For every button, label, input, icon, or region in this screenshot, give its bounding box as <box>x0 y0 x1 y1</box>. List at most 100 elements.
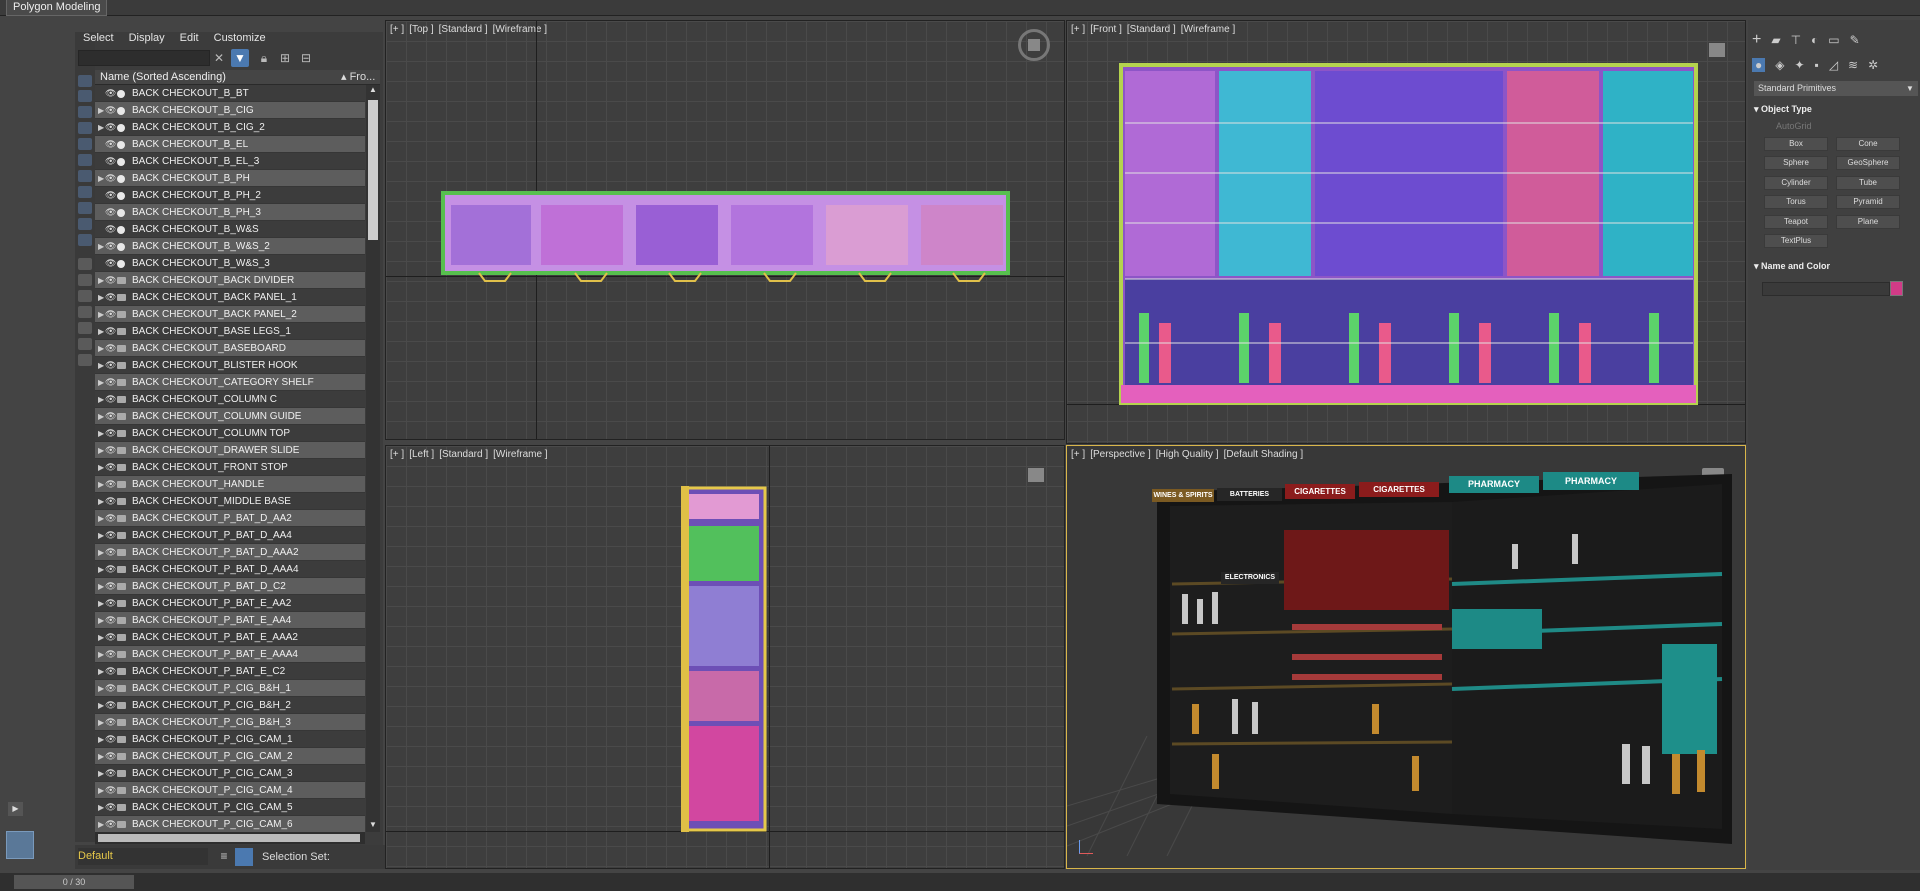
table-row[interactable]: ▶ 👁︎ BACK CHECKOUT_MIDDLE BASE <box>95 493 365 510</box>
filter-groups-icon[interactable] <box>78 170 92 182</box>
vp-left-plus[interactable]: [+ ] <box>390 449 404 460</box>
visibility-eye-icon[interactable]: 👁︎ <box>105 187 116 204</box>
textplus-button[interactable]: TextPlus <box>1764 234 1828 248</box>
visibility-eye-icon[interactable]: 👁︎ <box>105 357 116 374</box>
name-color-rollout[interactable]: ▾ Name and Color <box>1754 259 1918 273</box>
expand-arrow-icon[interactable]: ▶ <box>98 578 104 595</box>
expand-arrow-icon[interactable]: ▶ <box>98 272 104 289</box>
layer-folder-icon[interactable] <box>78 354 92 366</box>
table-row[interactable]: ▶ 👁︎ BACK CHECKOUT_BACK PANEL_1 <box>95 289 365 306</box>
ribbon-tab-polygon-modeling[interactable]: Polygon Modeling <box>6 0 108 16</box>
expand-arrow-icon[interactable]: ▶ <box>98 306 104 323</box>
modify-tab-icon[interactable]: ▰ <box>1771 33 1780 47</box>
table-row[interactable]: ▶ 👁︎ BACK CHECKOUT_COLUMN C <box>95 391 365 408</box>
vp-persp-shading[interactable]: [Default Shading ] <box>1224 449 1304 460</box>
filter-cameras-icon[interactable] <box>78 122 92 134</box>
viewcube-icon[interactable] <box>1709 43 1725 57</box>
visibility-eye-icon[interactable]: 👁︎ <box>105 816 116 832</box>
table-row[interactable]: ▶ 👁︎ BACK CHECKOUT_P_BAT_E_AAA4 <box>95 646 365 663</box>
table-row[interactable]: ▶ 👁︎ BACK CHECKOUT_DRAWER SLIDE <box>95 442 365 459</box>
visibility-eye-icon[interactable]: 👁︎ <box>105 374 116 391</box>
explorer-scroll-thumb[interactable] <box>368 100 378 240</box>
filter-containers-icon[interactable] <box>78 218 92 230</box>
expand-arrow-icon[interactable]: ▶ <box>98 357 104 374</box>
table-row[interactable]: ▶ 👁︎ BACK CHECKOUT_P_BAT_D_AA2 <box>95 510 365 527</box>
table-row[interactable]: ▶ 👁︎ BACK CHECKOUT_B_W&S_2 <box>95 238 365 255</box>
table-row[interactable]: ▶ 👁︎ BACK CHECKOUT_P_CIG_B&H_2 <box>95 697 365 714</box>
expand-arrow-icon[interactable]: ▶ <box>98 408 104 425</box>
visibility-eye-icon[interactable]: 👁︎ <box>105 731 116 748</box>
lock-icon[interactable]: 🔒︎ <box>255 49 273 67</box>
visibility-eye-icon[interactable]: 👁︎ <box>105 612 116 629</box>
visibility-eye-icon[interactable]: 👁︎ <box>105 493 116 510</box>
viewport-front-label[interactable]: [+ ] [Front ] [Standard ] [Wireframe ] <box>1071 24 1240 35</box>
table-row[interactable]: 👁︎ BACK CHECKOUT_B_W&S_3 <box>95 255 365 272</box>
table-row[interactable]: ▶ 👁︎ BACK CHECKOUT_P_CIG_B&H_1 <box>95 680 365 697</box>
visibility-eye-icon[interactable]: 👁︎ <box>105 544 116 561</box>
filter-lights-icon[interactable] <box>78 106 92 118</box>
visibility-eye-icon[interactable]: 👁︎ <box>105 459 116 476</box>
visibility-eye-icon[interactable]: 👁︎ <box>105 799 116 816</box>
utilities-tab-icon[interactable]: ✎ <box>1850 33 1860 47</box>
vp-left-mode[interactable]: [Standard ] <box>439 449 488 460</box>
plane-button[interactable]: Plane <box>1836 215 1900 229</box>
visibility-eye-icon[interactable]: 👁︎ <box>105 476 116 493</box>
selection-set-icon[interactable] <box>235 848 253 866</box>
table-row[interactable]: ▶ 👁︎ BACK CHECKOUT_FRONT STOP <box>95 459 365 476</box>
menu-select[interactable]: Select <box>83 32 114 44</box>
expand-arrow-icon[interactable]: ▶ <box>98 697 104 714</box>
visibility-eye-icon[interactable]: 👁︎ <box>105 408 116 425</box>
filter-hidden-icon[interactable] <box>78 258 92 270</box>
sphere-button[interactable]: Sphere <box>1764 156 1828 170</box>
table-row[interactable]: ▶ 👁︎ BACK CHECKOUT_BLISTER HOOK <box>95 357 365 374</box>
create-tab-icon[interactable]: + <box>1752 31 1761 49</box>
table-row[interactable]: ▶ 👁︎ BACK CHECKOUT_P_CIG_CAM_2 <box>95 748 365 765</box>
visibility-eye-icon[interactable]: 👁︎ <box>105 578 116 595</box>
visibility-eye-icon[interactable]: 👁︎ <box>105 170 116 187</box>
viewcube-icon[interactable] <box>1028 468 1044 482</box>
visibility-eye-icon[interactable]: 👁︎ <box>105 782 116 799</box>
expand-arrow-icon[interactable]: ▶ <box>98 765 104 782</box>
filter-none-icon[interactable] <box>78 290 92 302</box>
table-row[interactable]: ▶ 👁︎ BACK CHECKOUT_BACK PANEL_2 <box>95 306 365 323</box>
table-row[interactable]: ▶ 👁︎ BACK CHECKOUT_P_CIG_B&H_3 <box>95 714 365 731</box>
visibility-eye-icon[interactable]: 👁︎ <box>105 391 116 408</box>
visibility-eye-icon[interactable]: 👁︎ <box>105 85 116 102</box>
play-icon[interactable]: ▶ <box>8 802 23 816</box>
object-type-rollout[interactable]: ▾ Object Type <box>1754 102 1918 116</box>
explorer-hscroll-thumb[interactable] <box>98 834 360 842</box>
column-name-header[interactable]: Name (Sorted Ascending) <box>100 70 226 85</box>
visibility-eye-icon[interactable]: 👁︎ <box>105 425 116 442</box>
hierarchy-icon[interactable]: ⊞ <box>276 49 294 67</box>
table-row[interactable]: ▶ 👁︎ BACK CHECKOUT_COLUMN TOP <box>95 425 365 442</box>
visibility-eye-icon[interactable]: 👁︎ <box>105 255 116 272</box>
expand-arrow-icon[interactable]: ▶ <box>98 680 104 697</box>
motion-tab-icon[interactable]: ◐ <box>1811 33 1818 47</box>
expand-arrow-icon[interactable]: ▶ <box>98 493 104 510</box>
expand-arrow-icon[interactable]: ▶ <box>98 527 104 544</box>
autogrid-checkbox[interactable]: AutoGrid <box>1776 121 1812 131</box>
filter-funnel-icon[interactable] <box>78 322 92 334</box>
expand-arrow-icon[interactable]: ▶ <box>98 323 104 340</box>
expand-arrow-icon[interactable]: ▶ <box>98 170 104 187</box>
table-row[interactable]: 👁︎ BACK CHECKOUT_B_PH_2 <box>95 187 365 204</box>
expand-arrow-icon[interactable]: ▶ <box>98 544 104 561</box>
visibility-eye-icon[interactable]: 👁︎ <box>105 680 116 697</box>
visibility-eye-icon[interactable]: 👁︎ <box>105 272 116 289</box>
filter-funnel-2-icon[interactable] <box>78 338 92 350</box>
geometry-category-icon[interactable]: ● <box>1752 58 1766 72</box>
expand-arrow-icon[interactable]: ▶ <box>98 595 104 612</box>
vp-front-view[interactable]: [Front ] <box>1090 24 1122 35</box>
viewport-left-label[interactable]: [+ ] [Left ] [Standard ] [Wireframe ] <box>390 449 553 460</box>
visibility-eye-icon[interactable]: 👁︎ <box>105 714 116 731</box>
table-row[interactable]: ▶ 👁︎ BACK CHECKOUT_P_CIG_CAM_4 <box>95 782 365 799</box>
expand-arrow-icon[interactable]: ▶ <box>98 425 104 442</box>
expand-arrow-icon[interactable]: ▶ <box>98 663 104 680</box>
viewport-top[interactable]: [+ ] [Top ] [Standard ] [Wireframe ] <box>385 20 1065 440</box>
expand-arrow-icon[interactable]: ▶ <box>98 646 104 663</box>
hierarchy-tab-icon[interactable]: ⊤ <box>1791 33 1801 47</box>
expand-arrow-icon[interactable]: ▶ <box>98 510 104 527</box>
table-row[interactable]: ▶ 👁︎ BACK CHECKOUT_BASEBOARD <box>95 340 365 357</box>
pyramid-button[interactable]: Pyramid <box>1836 195 1900 209</box>
vp-top-shading[interactable]: [Wireframe ] <box>493 24 547 35</box>
